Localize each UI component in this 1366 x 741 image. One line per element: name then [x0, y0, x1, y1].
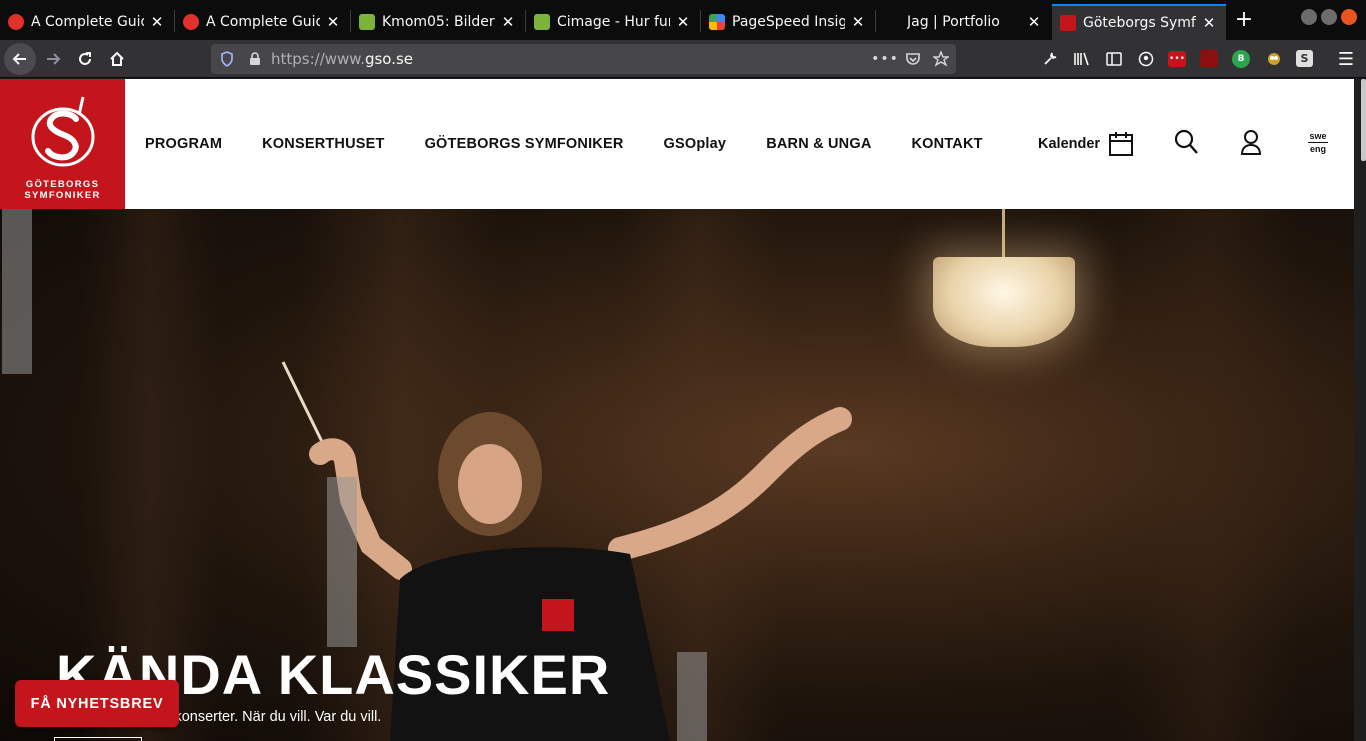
maximize-icon[interactable] [1321, 9, 1337, 25]
bug-icon [8, 14, 24, 30]
leaf-icon [359, 14, 375, 30]
bug-icon [183, 14, 199, 30]
logo-text-line2: SYMFONIKER [24, 190, 101, 201]
close-icon[interactable]: ✕ [324, 13, 342, 31]
lock-icon[interactable] [245, 49, 265, 69]
tab-title: A Complete Guid [206, 14, 320, 30]
close-window-icon[interactable] [1341, 9, 1357, 25]
web-page: GÖTEBORGS SYMFONIKER PROGRAM KONSERTHUSE… [0, 79, 1354, 741]
tab-title: Jag | Portfolio [907, 14, 1000, 30]
logo-text-line1: GÖTEBORGS [25, 179, 100, 190]
browser-nav-bar: https://www.gso.se ••• ••• B S ☰ [0, 40, 1366, 78]
nav-item-goteborgs-symfoniker[interactable]: GÖTEBORGS SYMFONIKER [425, 136, 624, 152]
browser-tab-active[interactable]: Göteborgs Symfo ✕ [1052, 4, 1226, 40]
nav-item-gsoplay[interactable]: GSOplay [664, 136, 727, 152]
search-icon[interactable] [1174, 129, 1198, 155]
pocket-icon[interactable] [903, 49, 923, 69]
browser-tab[interactable]: Jag | Portfolio ✕ [876, 4, 1051, 40]
new-tab-button[interactable]: + [1232, 8, 1256, 32]
back-button[interactable] [4, 43, 36, 75]
tab-title: Cimage - Hur fung [557, 14, 670, 30]
gso-icon [1060, 15, 1076, 31]
extension-icon[interactable]: B [1232, 50, 1250, 68]
scrollbar-thumb[interactable] [1361, 79, 1366, 161]
more-actions-icon[interactable]: ••• [871, 49, 898, 69]
minimize-icon[interactable] [1301, 9, 1317, 25]
calendar-icon [1109, 132, 1134, 156]
close-icon[interactable]: ✕ [1200, 14, 1218, 32]
url-bar[interactable]: https://www.gso.se ••• [211, 44, 956, 74]
site-header: GÖTEBORGS SYMFONIKER PROGRAM KONSERTHUSE… [0, 79, 1354, 209]
close-icon[interactable]: ✕ [674, 13, 692, 31]
tab-title: Kmom05: Bilder | [382, 14, 495, 30]
main-navigation: PROGRAM KONSERTHUSET GÖTEBORGS SYMFONIKE… [145, 136, 1023, 152]
gso-logo-icon [31, 96, 94, 167]
nav-item-konserthuset[interactable]: KONSERTHUSET [262, 136, 384, 152]
nav-item-program[interactable]: PROGRAM [145, 136, 222, 152]
extension-icon[interactable] [1264, 49, 1284, 69]
browser-tab[interactable]: Cimage - Hur fung ✕ [526, 4, 700, 40]
close-icon[interactable]: ✕ [499, 13, 517, 31]
browser-tab-bar: A Complete Guid ✕ A Complete Guid ✕ Kmom… [0, 0, 1366, 40]
forward-button[interactable] [39, 45, 67, 73]
sidebar-icon[interactable] [1104, 49, 1124, 69]
nav-item-kontakt[interactable]: KONTAKT [912, 136, 983, 152]
tab-title: A Complete Guid [31, 14, 144, 30]
nav-item-barn-unga[interactable]: BARN & UNGA [766, 136, 871, 152]
shield-icon[interactable] [217, 49, 237, 69]
site-logo[interactable]: GÖTEBORGS SYMFONIKER [0, 79, 125, 209]
leaf-icon [534, 14, 550, 30]
extension-icon[interactable]: ••• [1168, 51, 1186, 67]
browser-tab[interactable]: PageSpeed Insigh ✕ [701, 4, 875, 40]
arrow-left-icon [12, 53, 26, 65]
browser-tab[interactable]: A Complete Guid ✕ [0, 4, 174, 40]
menu-icon[interactable]: ☰ [1336, 49, 1356, 70]
calendar-label: Kalender [1038, 136, 1101, 152]
extension-icon[interactable]: S [1296, 50, 1313, 67]
home-button[interactable] [103, 45, 131, 73]
lang-eng[interactable]: eng [1305, 144, 1331, 154]
close-icon[interactable]: ✕ [849, 13, 867, 31]
home-icon [110, 51, 124, 66]
calendar-link[interactable]: Kalender [1038, 131, 1134, 157]
reload-icon [79, 52, 91, 65]
newsletter-button[interactable]: FÅ NYHETSBREV [15, 680, 179, 727]
page-scrollbar[interactable] [1354, 79, 1366, 741]
account-icon[interactable] [1136, 49, 1156, 69]
hero-cta-button[interactable] [54, 737, 142, 741]
bookmark-star-icon[interactable] [931, 49, 951, 69]
pagespeed-icon [709, 14, 725, 30]
extension-icon[interactable] [1200, 50, 1218, 68]
tab-title: PageSpeed Insigh [732, 14, 845, 30]
close-icon[interactable]: ✕ [148, 13, 166, 31]
ceiling-lamp [933, 257, 1075, 347]
hero-banner: KÄNDA KLASSIKER ...dat med digitala kons… [0, 209, 1354, 741]
close-icon[interactable]: ✕ [1025, 13, 1043, 31]
browser-tab[interactable]: Kmom05: Bilder | ✕ [351, 4, 525, 40]
browser-tab[interactable]: A Complete Guid ✕ [175, 4, 350, 40]
arrow-right-icon [47, 53, 61, 65]
url-text[interactable]: https://www.gso.se [271, 50, 413, 68]
reload-button[interactable] [71, 45, 99, 73]
library-icon[interactable] [1072, 49, 1092, 69]
tab-title: Göteborgs Symfo [1083, 15, 1196, 31]
user-icon[interactable] [1240, 129, 1262, 155]
wrench-icon[interactable] [1040, 49, 1060, 69]
language-switcher[interactable]: swe eng [1305, 131, 1331, 154]
lang-swe[interactable]: swe [1305, 131, 1331, 141]
